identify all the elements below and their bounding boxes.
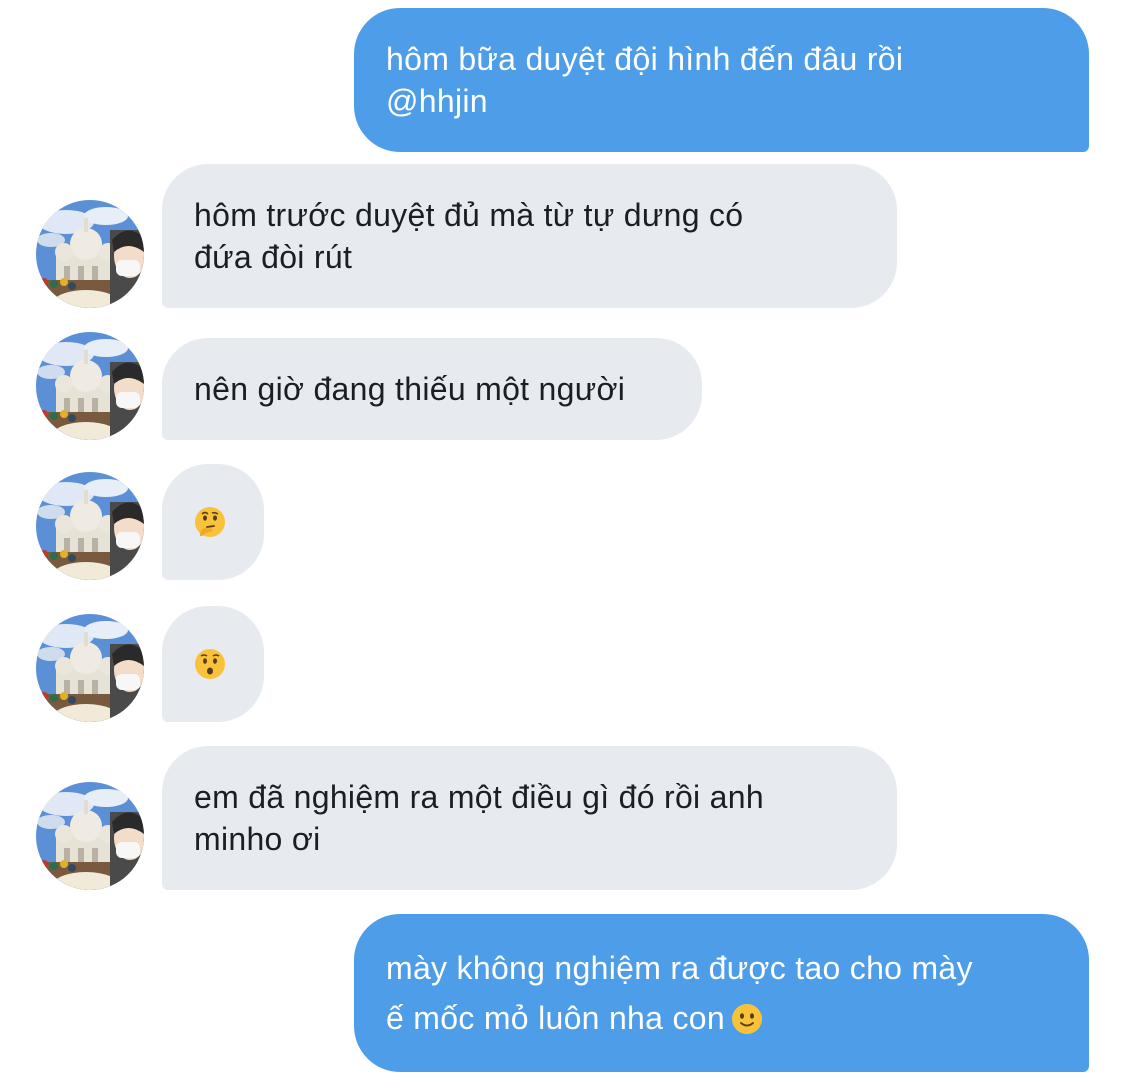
message-bubble-incoming[interactable]: nên giờ đang thiếu một người	[162, 338, 702, 440]
avatar[interactable]	[36, 200, 144, 308]
message-text-line: em đã nghiệm ra một điều gì đó rồi anh	[194, 779, 764, 815]
message-bubble-incoming[interactable]	[162, 464, 264, 580]
avatar[interactable]	[36, 472, 144, 580]
message-text-line: minho ơi	[194, 821, 321, 857]
message-bubble-outgoing[interactable]: hôm bữa duyệt đội hình đến đâu rồi @hhji…	[354, 8, 1089, 152]
message-text-line: mày không nghiệm ra được tao cho mày	[386, 950, 973, 986]
avatar[interactable]	[36, 782, 144, 890]
message-text-line: hôm bữa duyệt đội hình đến đâu rồi	[386, 41, 904, 77]
message-text: ế mốc mỏ luôn nha con	[386, 1000, 725, 1036]
message-text-line: @hhjin	[386, 83, 488, 119]
message-bubble-incoming[interactable]: hôm trước duyệt đủ mà từ tự dưng có đứa …	[162, 164, 897, 308]
message-bubble-incoming[interactable]	[162, 606, 264, 722]
message-text-line: đứa đòi rút	[194, 239, 353, 275]
message-text-line-with-emoji: ế mốc mỏ luôn nha con	[386, 997, 1057, 1039]
message-text-line: nên giờ đang thiếu một người	[194, 371, 626, 407]
avatar[interactable]	[36, 332, 144, 440]
message-text-line: hôm trước duyệt đủ mà từ tự dưng có	[194, 197, 744, 233]
avatar[interactable]	[36, 614, 144, 722]
thinking-face-emoji	[194, 506, 226, 538]
message-bubble-outgoing[interactable]: mày không nghiệm ra được tao cho mày ế m…	[354, 914, 1089, 1072]
slightly-smiling-face-emoji	[731, 1003, 763, 1035]
message-bubble-incoming[interactable]: em đã nghiệm ra một điều gì đó rồi anh m…	[162, 746, 897, 890]
hushed-face-emoji	[194, 648, 226, 680]
